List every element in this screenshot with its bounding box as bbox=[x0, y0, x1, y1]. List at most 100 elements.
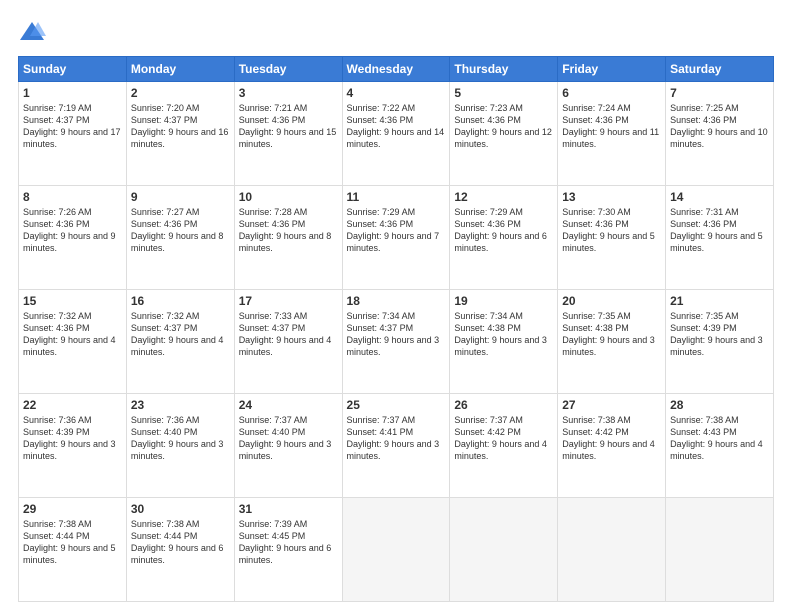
day-number: 11 bbox=[347, 190, 446, 204]
calendar-cell: 3Sunrise: 7:21 AMSunset: 4:36 PMDaylight… bbox=[234, 82, 342, 186]
day-info: Sunrise: 7:24 AMSunset: 4:36 PMDaylight:… bbox=[562, 102, 661, 151]
calendar-week-row: 8 Sunrise: 7:26 AMSunset: 4:36 PMDaylight… bbox=[19, 186, 774, 290]
day-number: 17 bbox=[239, 294, 338, 308]
calendar-cell bbox=[342, 498, 450, 602]
day-number: 7 bbox=[670, 86, 769, 100]
day-number: 28 bbox=[670, 398, 769, 412]
day-number: 25 bbox=[347, 398, 446, 412]
calendar-cell: 2 Sunrise: 7:20 AMSunset: 4:37 PMDaylight… bbox=[126, 82, 234, 186]
logo-icon bbox=[18, 18, 46, 46]
day-info: Sunrise: 7:37 AMSunset: 4:40 PMDaylight:… bbox=[239, 414, 338, 463]
calendar-week-row: 15 Sunrise: 7:32 AMSunset: 4:36 PMDayligh… bbox=[19, 290, 774, 394]
day-number: 10 bbox=[239, 190, 338, 204]
calendar-cell: 16 Sunrise: 7:32 AMSunset: 4:37 PMDayligh… bbox=[126, 290, 234, 394]
weekday-header: Wednesday bbox=[342, 57, 450, 82]
calendar-week-row: 22 Sunrise: 7:36 AMSunset: 4:39 PMDayligh… bbox=[19, 394, 774, 498]
calendar-cell: 14 Sunrise: 7:31 AMSunset: 4:36 PMDayligh… bbox=[666, 186, 774, 290]
day-number: 5 bbox=[454, 86, 553, 100]
weekday-header: Thursday bbox=[450, 57, 558, 82]
calendar-cell: 4 Sunrise: 7:22 AMSunset: 4:36 PMDaylight… bbox=[342, 82, 450, 186]
day-info: Sunrise: 7:20 AMSunset: 4:37 PMDaylight:… bbox=[131, 102, 230, 151]
calendar-cell: 20Sunrise: 7:35 AMSunset: 4:38 PMDayligh… bbox=[558, 290, 666, 394]
day-info: Sunrise: 7:37 AMSunset: 4:42 PMDaylight:… bbox=[454, 414, 553, 463]
day-info: Sunrise: 7:37 AMSunset: 4:41 PMDaylight:… bbox=[347, 414, 446, 463]
weekday-header: Sunday bbox=[19, 57, 127, 82]
calendar-week-row: 1Sunrise: 7:19 AMSunset: 4:37 PMDaylight… bbox=[19, 82, 774, 186]
weekday-header-row: SundayMondayTuesdayWednesdayThursdayFrid… bbox=[19, 57, 774, 82]
day-number: 29 bbox=[23, 502, 122, 516]
header bbox=[18, 18, 774, 46]
calendar-cell: 7 Sunrise: 7:25 AMSunset: 4:36 PMDaylight… bbox=[666, 82, 774, 186]
calendar-table: SundayMondayTuesdayWednesdayThursdayFrid… bbox=[18, 56, 774, 602]
day-info: Sunrise: 7:36 AMSunset: 4:39 PMDaylight:… bbox=[23, 414, 122, 463]
day-info: Sunrise: 7:30 AMSunset: 4:36 PMDaylight:… bbox=[562, 206, 661, 255]
calendar-cell bbox=[666, 498, 774, 602]
weekday-header: Friday bbox=[558, 57, 666, 82]
day-info: Sunrise: 7:38 AMSunset: 4:42 PMDaylight:… bbox=[562, 414, 661, 463]
calendar-cell: 8 Sunrise: 7:26 AMSunset: 4:36 PMDaylight… bbox=[19, 186, 127, 290]
day-info: Sunrise: 7:26 AMSunset: 4:36 PMDaylight:… bbox=[23, 206, 122, 255]
calendar-cell: 5 Sunrise: 7:23 AMSunset: 4:36 PMDaylight… bbox=[450, 82, 558, 186]
day-info: Sunrise: 7:23 AMSunset: 4:36 PMDaylight:… bbox=[454, 102, 553, 151]
day-info: Sunrise: 7:25 AMSunset: 4:36 PMDaylight:… bbox=[670, 102, 769, 151]
day-info: Sunrise: 7:31 AMSunset: 4:36 PMDaylight:… bbox=[670, 206, 769, 255]
calendar-cell: 21 Sunrise: 7:35 AMSunset: 4:39 PMDayligh… bbox=[666, 290, 774, 394]
calendar-cell: 15 Sunrise: 7:32 AMSunset: 4:36 PMDayligh… bbox=[19, 290, 127, 394]
day-info: Sunrise: 7:22 AMSunset: 4:36 PMDaylight:… bbox=[347, 102, 446, 151]
logo bbox=[18, 18, 50, 46]
calendar-cell: 26 Sunrise: 7:37 AMSunset: 4:42 PMDayligh… bbox=[450, 394, 558, 498]
calendar-cell: 12Sunrise: 7:29 AMSunset: 4:36 PMDayligh… bbox=[450, 186, 558, 290]
day-number: 16 bbox=[131, 294, 230, 308]
day-info: Sunrise: 7:21 AMSunset: 4:36 PMDaylight:… bbox=[239, 102, 338, 151]
day-number: 8 bbox=[23, 190, 122, 204]
calendar-cell: 19Sunrise: 7:34 AMSunset: 4:38 PMDayligh… bbox=[450, 290, 558, 394]
calendar-cell: 27 Sunrise: 7:38 AMSunset: 4:42 PMDayligh… bbox=[558, 394, 666, 498]
calendar-cell: 30Sunrise: 7:38 AMSunset: 4:44 PMDayligh… bbox=[126, 498, 234, 602]
calendar-cell: 11 Sunrise: 7:29 AMSunset: 4:36 PMDayligh… bbox=[342, 186, 450, 290]
calendar-week-row: 29 Sunrise: 7:38 AMSunset: 4:44 PMDayligh… bbox=[19, 498, 774, 602]
calendar-cell: 9 Sunrise: 7:27 AMSunset: 4:36 PMDaylight… bbox=[126, 186, 234, 290]
calendar-cell: 18Sunrise: 7:34 AMSunset: 4:37 PMDayligh… bbox=[342, 290, 450, 394]
day-info: Sunrise: 7:36 AMSunset: 4:40 PMDaylight:… bbox=[131, 414, 230, 463]
day-number: 12 bbox=[454, 190, 553, 204]
day-info: Sunrise: 7:32 AMSunset: 4:37 PMDaylight:… bbox=[131, 310, 230, 359]
calendar-cell: 13 Sunrise: 7:30 AMSunset: 4:36 PMDayligh… bbox=[558, 186, 666, 290]
day-info: Sunrise: 7:29 AMSunset: 4:36 PMDaylight:… bbox=[347, 206, 446, 255]
weekday-header: Tuesday bbox=[234, 57, 342, 82]
day-info: Sunrise: 7:34 AMSunset: 4:37 PMDaylight:… bbox=[347, 310, 446, 359]
day-number: 13 bbox=[562, 190, 661, 204]
day-info: Sunrise: 7:32 AMSunset: 4:36 PMDaylight:… bbox=[23, 310, 122, 359]
day-info: Sunrise: 7:35 AMSunset: 4:39 PMDaylight:… bbox=[670, 310, 769, 359]
day-number: 26 bbox=[454, 398, 553, 412]
day-number: 19 bbox=[454, 294, 553, 308]
day-number: 6 bbox=[562, 86, 661, 100]
day-info: Sunrise: 7:28 AMSunset: 4:36 PMDaylight:… bbox=[239, 206, 338, 255]
day-number: 31 bbox=[239, 502, 338, 516]
day-number: 22 bbox=[23, 398, 122, 412]
day-info: Sunrise: 7:38 AMSunset: 4:43 PMDaylight:… bbox=[670, 414, 769, 463]
weekday-header: Monday bbox=[126, 57, 234, 82]
day-number: 9 bbox=[131, 190, 230, 204]
day-info: Sunrise: 7:39 AMSunset: 4:45 PMDaylight:… bbox=[239, 518, 338, 567]
calendar-cell: 31 Sunrise: 7:39 AMSunset: 4:45 PMDayligh… bbox=[234, 498, 342, 602]
day-number: 4 bbox=[347, 86, 446, 100]
day-info: Sunrise: 7:27 AMSunset: 4:36 PMDaylight:… bbox=[131, 206, 230, 255]
calendar-cell: 22 Sunrise: 7:36 AMSunset: 4:39 PMDayligh… bbox=[19, 394, 127, 498]
calendar-cell: 6 Sunrise: 7:24 AMSunset: 4:36 PMDaylight… bbox=[558, 82, 666, 186]
day-info: Sunrise: 7:19 AMSunset: 4:37 PMDaylight:… bbox=[23, 102, 122, 151]
day-info: Sunrise: 7:33 AMSunset: 4:37 PMDaylight:… bbox=[239, 310, 338, 359]
day-number: 21 bbox=[670, 294, 769, 308]
calendar-cell: 17 Sunrise: 7:33 AMSunset: 4:37 PMDayligh… bbox=[234, 290, 342, 394]
day-number: 2 bbox=[131, 86, 230, 100]
calendar-cell: 28 Sunrise: 7:38 AMSunset: 4:43 PMDayligh… bbox=[666, 394, 774, 498]
weekday-header: Saturday bbox=[666, 57, 774, 82]
day-number: 30 bbox=[131, 502, 230, 516]
day-number: 15 bbox=[23, 294, 122, 308]
day-number: 14 bbox=[670, 190, 769, 204]
day-number: 27 bbox=[562, 398, 661, 412]
calendar-cell: 1Sunrise: 7:19 AMSunset: 4:37 PMDaylight… bbox=[19, 82, 127, 186]
day-info: Sunrise: 7:35 AMSunset: 4:38 PMDaylight:… bbox=[562, 310, 661, 359]
calendar-cell: 23Sunrise: 7:36 AMSunset: 4:40 PMDayligh… bbox=[126, 394, 234, 498]
calendar-cell: 10 Sunrise: 7:28 AMSunset: 4:36 PMDayligh… bbox=[234, 186, 342, 290]
day-info: Sunrise: 7:38 AMSunset: 4:44 PMDaylight:… bbox=[23, 518, 122, 567]
